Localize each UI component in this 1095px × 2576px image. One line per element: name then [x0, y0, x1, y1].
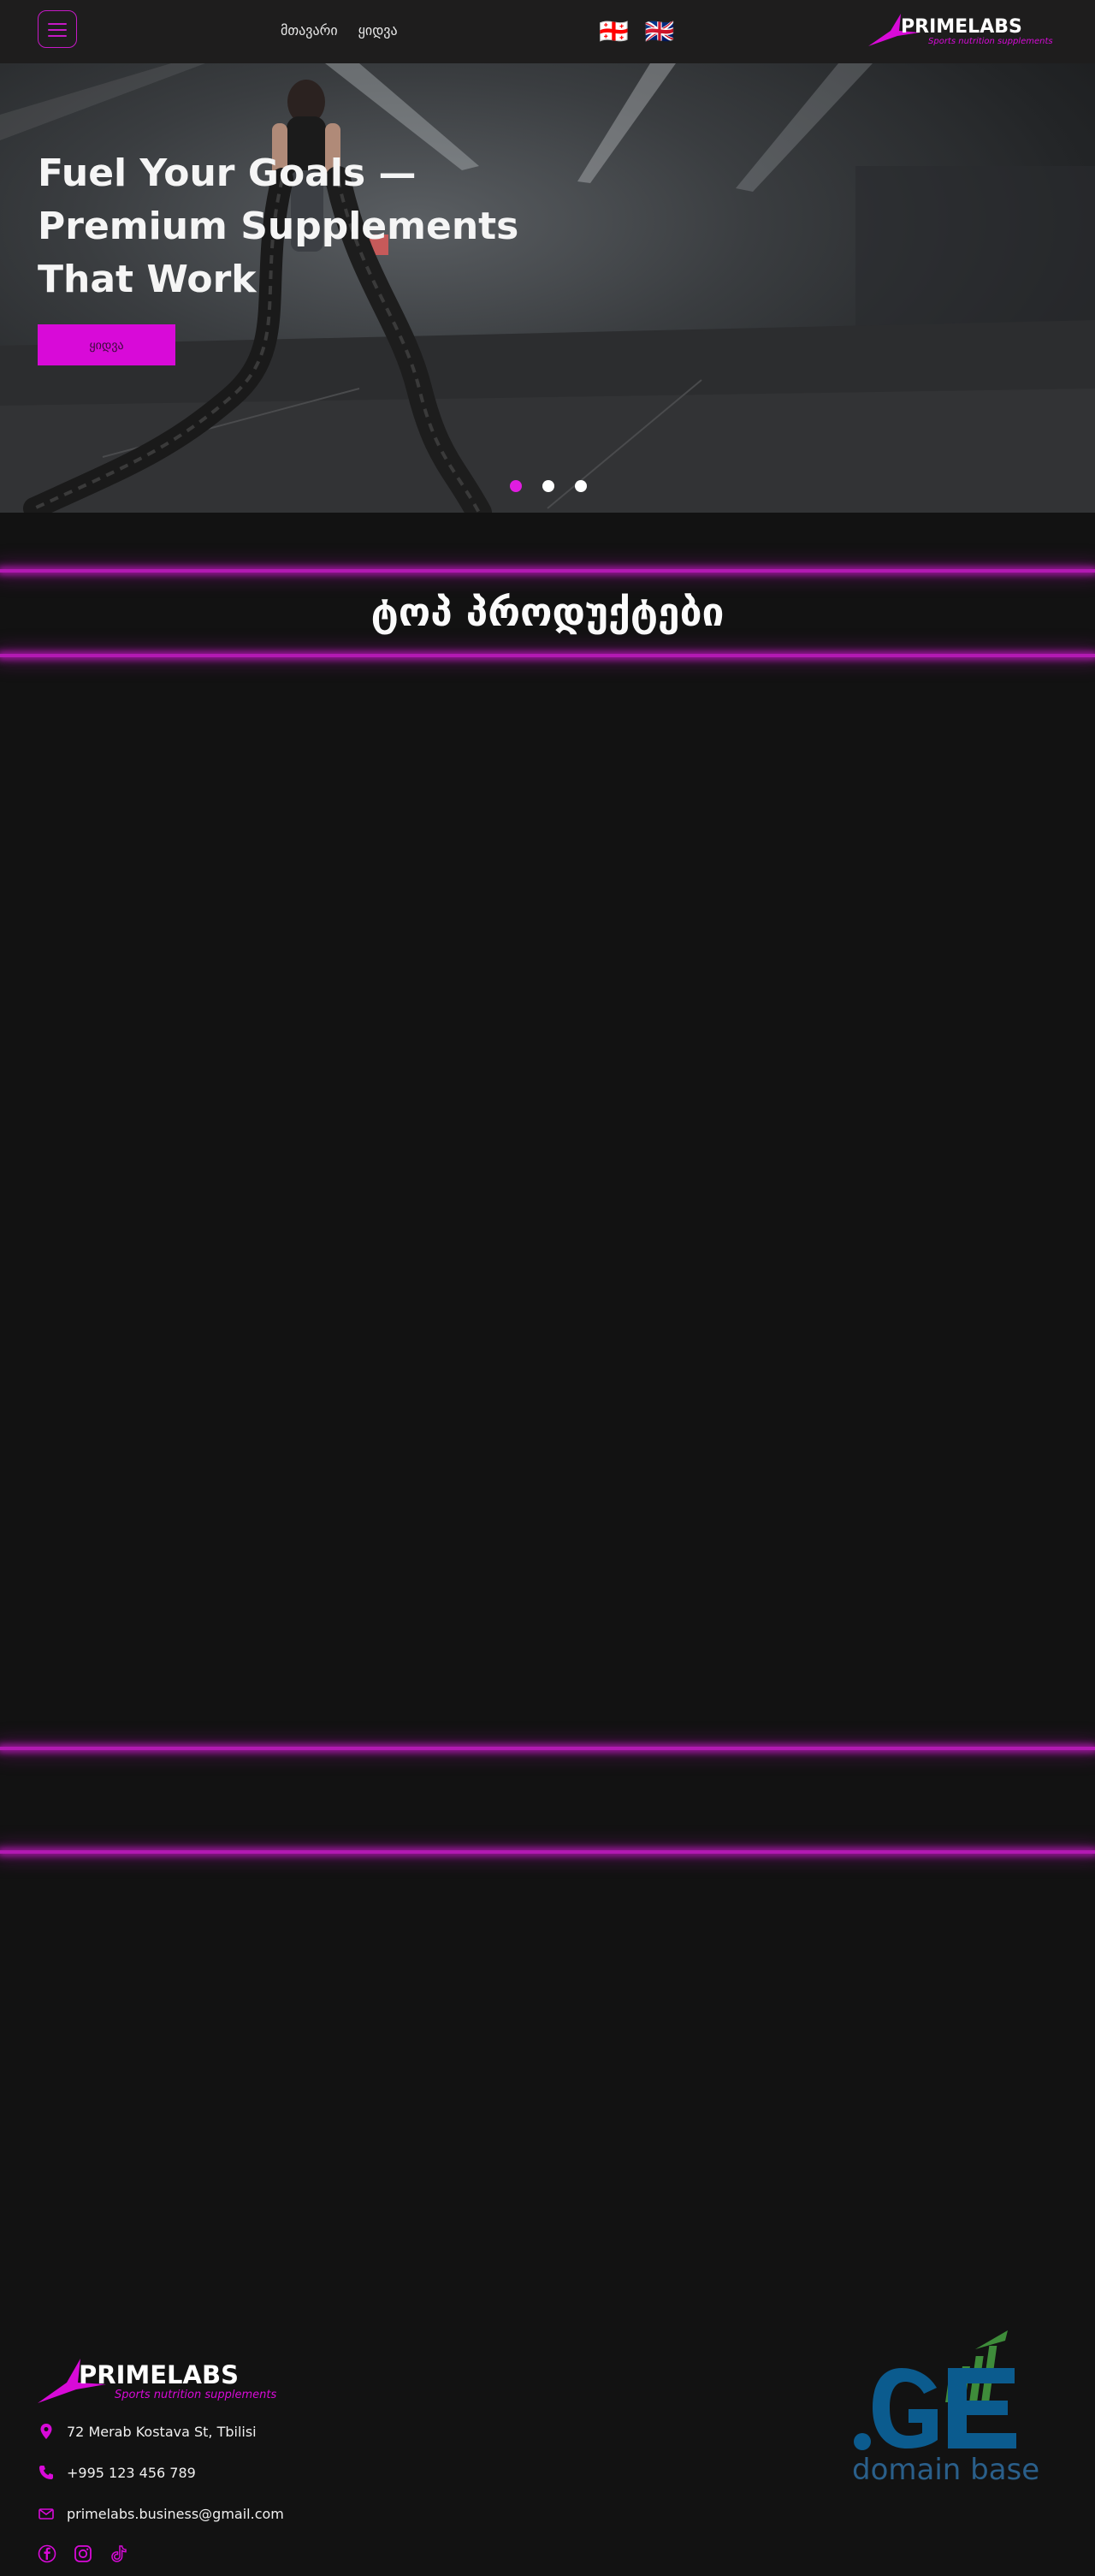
site-header: მთავარი ყიდვა 🇬🇪 🇬🇧 PRIMELABS Sports nut… [0, 0, 1095, 63]
hamburger-icon-line [48, 29, 67, 31]
main-nav: მთავარი ყიდვა [281, 22, 398, 39]
contact-phone: +995 123 456 789 [38, 2464, 196, 2481]
carousel-dot-3[interactable] [575, 480, 587, 492]
nav-item-buy[interactable]: ყიდვა [358, 22, 398, 39]
hero-title: Fuel Your Goals — Premium Supplements Th… [38, 151, 519, 301]
menu-button[interactable] [38, 10, 77, 48]
primelabs-logo-icon: PRIMELABS Sports nutrition supplements [868, 14, 1053, 46]
instagram-icon[interactable] [74, 2544, 92, 2563]
footer-logo[interactable]: PRIMELABS Sports nutrition supplements [38, 2355, 287, 2405]
carousel-dots [510, 480, 587, 492]
social-links [38, 2544, 128, 2563]
nav-item-home[interactable]: მთავარი [281, 22, 338, 39]
hero-buy-button[interactable]: ყიდვა [38, 324, 175, 365]
divider-glow [0, 654, 1095, 657]
location-pin-icon [40, 2424, 52, 2439]
hamburger-icon-line [48, 35, 67, 37]
language-switcher[interactable]: 🇬🇪 🇬🇧 [599, 17, 676, 45]
svg-text:Sports nutrition supplements: Sports nutrition supplements [115, 2389, 276, 2401]
tiktok-icon[interactable] [110, 2544, 128, 2563]
phone-icon [39, 2466, 53, 2479]
header-logo[interactable]: PRIMELABS Sports nutrition supplements [868, 12, 1061, 48]
carousel-dot-1[interactable] [510, 480, 522, 492]
divider-glow [0, 1747, 1095, 1750]
carousel-dot-2[interactable] [542, 480, 554, 492]
facebook-icon[interactable] [38, 2544, 56, 2563]
phone-text[interactable]: +995 123 456 789 [67, 2465, 196, 2481]
hamburger-icon [48, 23, 67, 25]
divider-glow [0, 569, 1095, 573]
svg-text:PRIMELABS: PRIMELABS [901, 16, 1022, 38]
ge-domain-icon [854, 2330, 1016, 2450]
primelabs-logo-icon: PRIMELABS Sports nutrition supplements [38, 2359, 276, 2403]
email-text[interactable]: primelabs.business@gmail.com [67, 2506, 284, 2522]
mail-icon [38, 2508, 54, 2520]
divider-glow [0, 1850, 1095, 1854]
svg-text:PRIMELABS: PRIMELABS [79, 2360, 239, 2389]
svg-text:Sports nutrition supplements: Sports nutrition supplements [928, 37, 1053, 46]
address-text: 72 Merab Kostava St, Tbilisi [67, 2423, 257, 2440]
section-title-top-products: ტოპ პროდუქტები [370, 589, 725, 635]
contact-email: primelabs.business@gmail.com [38, 2505, 284, 2522]
contact-address: 72 Merab Kostava St, Tbilisi [38, 2423, 257, 2440]
domain-base-text: domain base [852, 2453, 1040, 2487]
hero-carousel: Fuel Your Goals — Premium Supplements Th… [0, 63, 1095, 513]
